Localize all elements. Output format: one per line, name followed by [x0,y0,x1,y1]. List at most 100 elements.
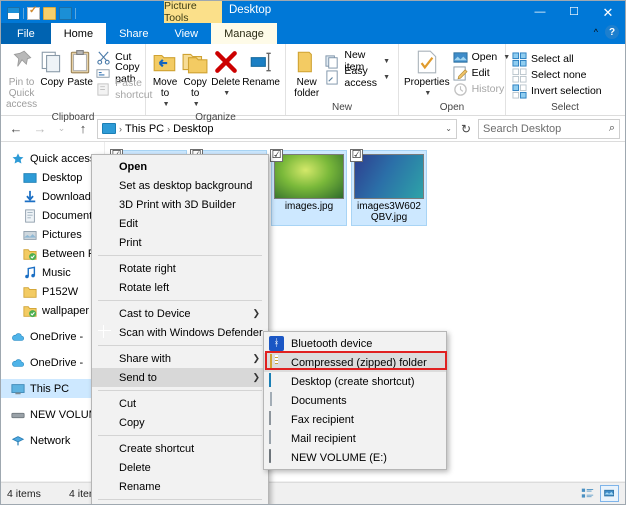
sidebar-item-between-p[interactable]: Between P [1,244,104,263]
maximize-button[interactable]: ☐ [557,1,591,23]
submenu-item-desktop-create-shortcut[interactable]: Desktop (create shortcut) [264,372,446,391]
search-placeholder: Search Desktop [483,123,561,135]
context-menu[interactable]: Open Set as desktop background 3D Print … [91,154,269,505]
submenu-item-new-volume[interactable]: NEW VOLUME (E:) [264,448,446,467]
sidebar-item-this-pc[interactable]: This PC [1,379,104,398]
menu-item-share-with[interactable]: Share with ❯ [92,349,268,368]
refresh-button[interactable]: ↻ [461,122,474,136]
menu-item-cast-to-device[interactable]: Cast to Device ❯ [92,304,268,323]
menu-item-create-shortcut[interactable]: Create shortcut [92,439,268,458]
file-checkbox-4[interactable]: ☑ [350,149,363,162]
close-button[interactable]: ✕ [591,1,625,23]
tab-manage[interactable]: Manage [211,23,277,44]
details-view-button[interactable] [578,485,597,502]
chevron-right-icon-share: ❯ [252,353,260,364]
group-label-organize: Organize [150,112,281,125]
nav-spacer-2 [1,346,104,353]
file-checkbox-3[interactable]: ☑ [270,149,283,162]
menu-item-send-to[interactable]: Send to ❯ [92,368,268,387]
paste-button[interactable]: Paste [66,47,94,90]
search-input[interactable]: Search Desktop ⌕ [478,119,620,139]
sidebar-label-onedrive-2: OneDrive - [30,357,83,369]
select-all-button[interactable]: Select all [510,51,606,67]
move-to-button[interactable]: Move to ▼ [150,47,180,112]
minimize-button[interactable]: — [523,1,557,23]
menu-item-scan-with-windows-defender[interactable]: Scan with Windows Defender... [92,323,268,342]
help-icon[interactable]: ? [605,25,619,39]
submenu-label-desktop: Desktop (create shortcut) [291,376,415,388]
sidebar-item-quick-access[interactable]: Quick access [1,149,104,168]
menu-item-rotate-right[interactable]: Rotate right [92,259,268,278]
sidebar-item-onedrive-2[interactable]: OneDrive - [1,353,104,372]
new-item-caret-icon[interactable]: ▼ [383,58,390,65]
submenu-item-documents[interactable]: Documents [264,391,446,410]
edit-button[interactable]: Edit [451,65,515,81]
submenu-item-mail-recipient[interactable]: Mail recipient [264,429,446,448]
properties-button[interactable]: Properties ▼ [403,47,451,101]
menu-item-set-as-desktop-background[interactable]: Set as desktop background [92,176,268,195]
invert-selection-label: Invert selection [531,85,602,97]
properties-icon[interactable] [27,7,40,20]
tab-file[interactable]: File [1,23,51,44]
menu-item-print[interactable]: Print [92,233,268,252]
menu-item-delete[interactable]: Delete [92,458,268,477]
new-folder-icon[interactable] [43,7,56,20]
sidebar-item-p152w[interactable]: P152W [1,282,104,301]
copy-to-caret-icon[interactable]: ▼ [193,99,200,110]
menu-item-open[interactable]: Open [92,157,268,176]
menu-item-rotate-left[interactable]: Rotate left [92,278,268,297]
customize-dropdown-icon[interactable] [59,7,72,20]
history-button[interactable]: History [451,81,515,97]
copy-to-button[interactable]: Copy to ▼ [180,47,210,112]
sidebar-item-wallpaper[interactable]: wallpaper [1,301,104,320]
sidebar-item-documents[interactable]: Documents [1,206,104,225]
tab-view[interactable]: View [161,23,211,44]
menu-item-rename[interactable]: Rename [92,477,268,496]
easy-access-button[interactable]: Easy access ▼ [323,69,394,85]
mail-icon [269,431,284,446]
invert-selection-button[interactable]: Invert selection [510,83,606,99]
search-icon[interactable]: ⌕ [609,122,615,135]
sidebar-item-pictures[interactable]: Pictures [1,225,104,244]
move-to-caret-icon[interactable]: ▼ [163,99,170,110]
window-title: Desktop [229,4,271,16]
pin-to-quick-access-button[interactable]: Pin to Quick access [5,47,38,112]
explorer-icon[interactable] [7,7,20,20]
sidebar-item-onedrive-1[interactable]: OneDrive - [1,327,104,346]
drive-icon-submenu [269,450,284,465]
menu-item-edit[interactable]: Edit [92,214,268,233]
new-folder-button[interactable]: New folder [290,47,323,101]
tab-share[interactable]: Share [106,23,161,44]
delete-button[interactable]: Delete ▼ [210,47,241,101]
menu-item-3d-print[interactable]: 3D Print with 3D Builder [92,195,268,214]
rename-button[interactable]: Rename [241,47,281,90]
tab-home[interactable]: Home [51,23,106,44]
file-tile-4[interactable]: ☑ images3W602QBV.jpg [351,150,427,226]
easy-access-caret-icon[interactable]: ▼ [383,74,390,81]
select-none-button[interactable]: Select none [510,67,606,83]
sidebar-item-network[interactable]: Network [1,431,104,450]
sidebar-label-pictures: Pictures [42,229,82,241]
menu-item-copy[interactable]: Copy [92,413,268,432]
submenu-item-compressed-zipped-folder[interactable]: Compressed (zipped) folder [264,353,446,372]
submenu-item-fax-recipient[interactable]: Fax recipient [264,410,446,429]
sidebar-item-desktop[interactable]: Desktop [1,168,104,187]
windows-defender-icon [97,325,112,340]
breadcrumb-dropdown-icon[interactable]: ⌄ [445,124,452,133]
select-none-icon [512,68,527,83]
sidebar-item-new-volume[interactable]: NEW VOLUM [1,405,104,424]
submenu-item-bluetooth-device[interactable]: ᚼ Bluetooth device [264,334,446,353]
sidebar-item-downloads[interactable]: Downloads [1,187,104,206]
navigation-pane[interactable]: Quick access Desktop Downloads Documents [1,142,105,481]
file-tile-3[interactable]: ☑ images.jpg [271,150,347,226]
sidebar-item-music[interactable]: Music [1,263,104,282]
menu-item-cut[interactable]: Cut [92,394,268,413]
send-to-submenu[interactable]: ᚼ Bluetooth device Compressed (zipped) f… [263,331,447,470]
copy-button[interactable]: Copy [38,47,66,90]
properties-caret-icon[interactable]: ▼ [424,88,431,99]
chevron-up-icon[interactable]: ^ [594,27,598,37]
history-icon [453,82,468,97]
delete-caret-icon[interactable]: ▼ [223,88,230,99]
large-icons-view-button[interactable] [600,485,619,502]
open-button[interactable]: Open ▼ [451,49,515,65]
